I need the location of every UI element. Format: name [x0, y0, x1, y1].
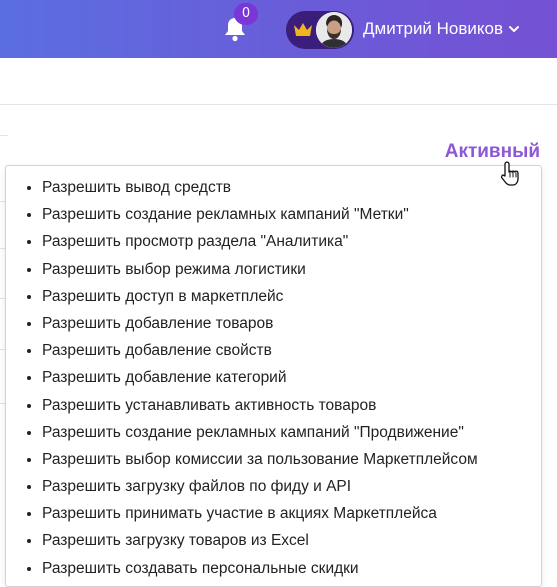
chevron-down-icon[interactable]: [507, 22, 521, 36]
sub-header: [0, 58, 557, 105]
notification-badge[interactable]: 0: [234, 3, 258, 25]
list-item: Разрешить загрузку товаров из Excel: [42, 527, 478, 554]
list-item: Разрешить принимать участие в акциях Мар…: [42, 500, 478, 527]
crown-icon: [294, 23, 312, 36]
permissions-list: Разрешить вывод средств Разрешить создан…: [6, 174, 478, 582]
list-item: Разрешить загрузку файлов по фиду и API: [42, 473, 478, 500]
table-row-divider: [0, 135, 8, 136]
list-item: Разрешить создание рекламных кампаний "П…: [42, 419, 478, 446]
list-item: Разрешить просмотр раздела "Аналитика": [42, 228, 478, 255]
user-name[interactable]: Дмитрий Новиков: [363, 18, 503, 40]
list-item: Разрешить устанавливать активность товар…: [42, 392, 478, 419]
list-item: Разрешить выбор режима логистики: [42, 256, 478, 283]
list-item: Разрешить добавление товаров: [42, 310, 478, 337]
list-item: Разрешить создание рекламных кампаний "М…: [42, 201, 478, 228]
list-item: Разрешить доступ в маркетплейс: [42, 283, 478, 310]
avatar-image: [316, 12, 352, 48]
hand-cursor-icon: [500, 161, 519, 186]
page: 0 Дмитрий Новиков Активный Разрешить выв…: [0, 0, 557, 587]
avatar[interactable]: [316, 12, 352, 48]
status-label[interactable]: Активный: [445, 140, 540, 164]
list-item: Разрешить добавление свойств: [42, 337, 478, 364]
list-item: Разрешить вывод средств: [42, 174, 478, 201]
list-item: Разрешить выбор комиссии за пользование …: [42, 446, 478, 473]
list-item: Разрешить добавление категорий: [42, 364, 478, 391]
list-item: Разрешить создавать персональные скидки: [42, 555, 478, 582]
permissions-tooltip: Разрешить вывод средств Разрешить создан…: [5, 165, 542, 587]
